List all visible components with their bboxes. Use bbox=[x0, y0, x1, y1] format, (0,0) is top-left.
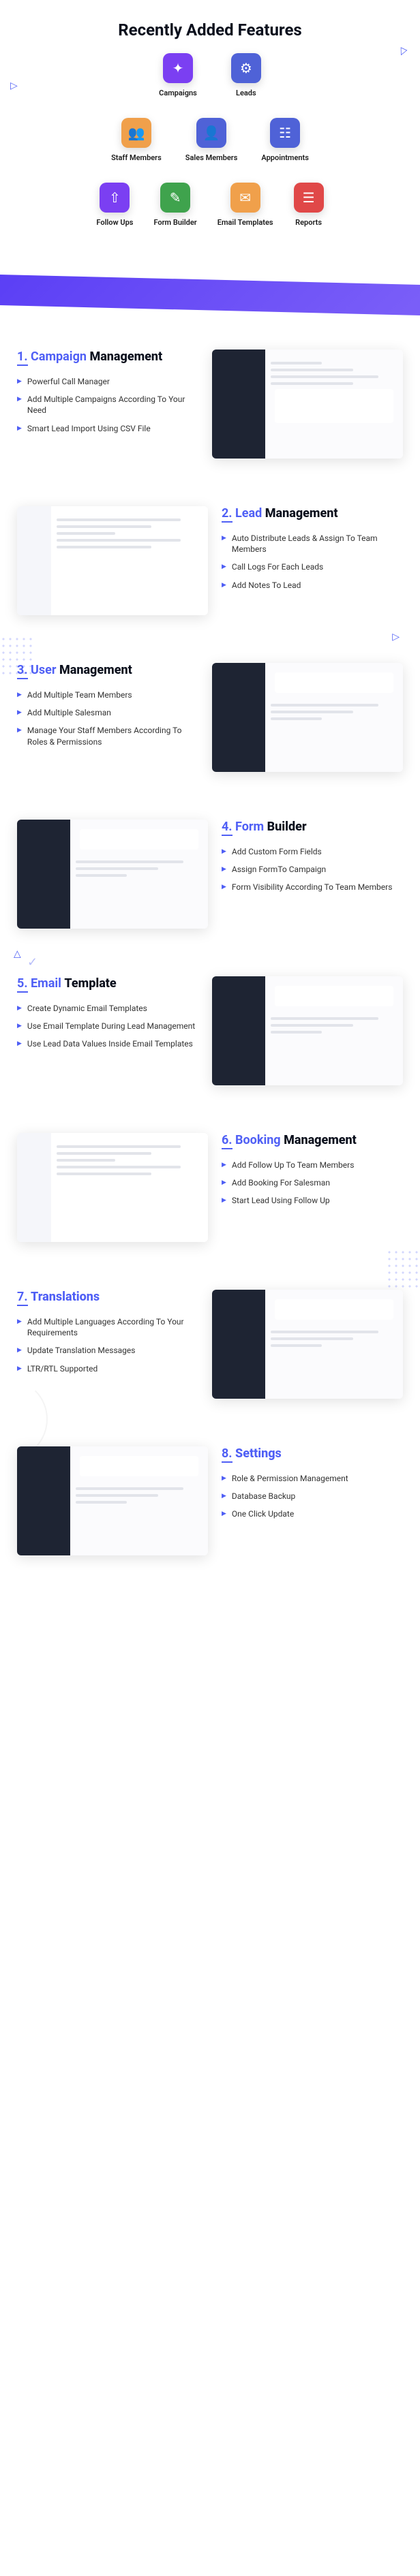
section-8: 8. Settings Role & Permission Management D… bbox=[0, 1433, 420, 1589]
appointments-icon: ☷ bbox=[270, 118, 300, 148]
features-row-1: ✦ Campaigns ⚙ Leads bbox=[27, 53, 393, 97]
feature-reports: ☰ Reports bbox=[294, 183, 324, 227]
features-row-2: 👥 Staff Members 👤 Sales Members ☷ Appoin… bbox=[27, 118, 393, 162]
section-2: ▷2. Lead ManagementAuto Distribute Leads… bbox=[0, 493, 420, 649]
bullet-item: Smart Lead Import Using CSV File bbox=[17, 423, 198, 434]
feature-label: Follow Ups bbox=[96, 218, 133, 227]
bullet-item: Auto Distribute Leads & Assign To Team M… bbox=[222, 533, 403, 555]
section-title: 2. Lead Management bbox=[222, 506, 403, 521]
section-text: 3. User Management Add Multiple Team Memb… bbox=[17, 663, 198, 754]
feature-form-builder: ✎ Form Builder bbox=[153, 183, 196, 227]
leads-icon: ⚙ bbox=[231, 53, 261, 83]
section-text: 7. Translations Add Multiple Languages Ac… bbox=[17, 1290, 198, 1381]
bullet-item: Manage Your Staff Members According To R… bbox=[17, 725, 198, 747]
feature-label: Appointments bbox=[261, 153, 308, 162]
bullet-list: Add Multiple Languages According To Your… bbox=[17, 1316, 198, 1374]
section-4: ✓4. Form BuilderAdd Custom Form FieldsAs… bbox=[0, 806, 420, 963]
followups-icon: ⇧ bbox=[100, 183, 130, 213]
bullet-item: Role & Permission Management bbox=[222, 1473, 403, 1484]
section-title: 7. Translations bbox=[17, 1290, 198, 1304]
bullet-item: Assign FormTo Campaign bbox=[222, 864, 403, 875]
features-row-3: ⇧ Follow Ups ✎ Form Builder ✉ Email Temp… bbox=[27, 183, 393, 227]
bullet-item: Database Backup bbox=[222, 1491, 403, 1502]
section-6: 6. Booking Management Add Follow Up To Te… bbox=[0, 1119, 420, 1276]
section-text: 6. Booking Management Add Follow Up To Te… bbox=[222, 1133, 403, 1213]
bullet-item: Add Multiple Salesman bbox=[17, 707, 198, 718]
bullet-item: Add Multiple Campaigns According To Your… bbox=[17, 394, 198, 416]
reports-icon: ☰ bbox=[294, 183, 324, 213]
section-screenshot bbox=[212, 976, 403, 1085]
section-text: 5. Email Template Create Dynamic Email Te… bbox=[17, 976, 198, 1057]
bullet-list: Create Dynamic Email Templates Use Email … bbox=[17, 1003, 198, 1050]
feature-label: Staff Members bbox=[111, 153, 162, 162]
bullet-item: Add Booking For Salesman bbox=[222, 1177, 403, 1188]
decoration-triangle-icon: ▷ bbox=[10, 80, 18, 91]
feature-staff-members: 👥 Staff Members bbox=[111, 118, 162, 162]
bullet-item: Form Visibility According To Team Member… bbox=[222, 882, 403, 893]
section-title: 6. Booking Management bbox=[222, 1133, 403, 1147]
page-title: Recently Added Features bbox=[0, 0, 420, 53]
feature-appointments: ☷ Appointments bbox=[261, 118, 308, 162]
section-1: 1. Campaign Management Powerful Call Mana… bbox=[0, 336, 420, 493]
campaigns-icon: ✦ bbox=[163, 53, 193, 83]
bullet-list: Auto Distribute Leads & Assign To Team M… bbox=[222, 533, 403, 591]
section-screenshot bbox=[17, 506, 208, 615]
feature-label: Campaigns bbox=[159, 89, 197, 97]
bullet-item: Add Multiple Languages According To Your… bbox=[17, 1316, 198, 1338]
bullet-item: Powerful Call Manager bbox=[17, 376, 198, 387]
bullet-item: Add Custom Form Fields bbox=[222, 846, 403, 857]
section-text: 2. Lead Management Auto Distribute Leads … bbox=[222, 506, 403, 598]
bullet-list: Powerful Call Manager Add Multiple Campai… bbox=[17, 376, 198, 434]
bullet-list: Add Follow Up To Team Members Add Booking… bbox=[222, 1160, 403, 1207]
staff-icon: 👥 bbox=[121, 118, 151, 148]
feature-label: Sales Members bbox=[185, 153, 238, 162]
diagonal-banner bbox=[0, 275, 420, 315]
sales-icon: 👤 bbox=[196, 118, 226, 148]
section-screenshot bbox=[212, 350, 403, 459]
section-screenshot bbox=[17, 1133, 208, 1242]
formbuilder-icon: ✎ bbox=[160, 183, 190, 213]
section-3: 3. User Management Add Multiple Team Memb… bbox=[0, 649, 420, 806]
email-icon: ✉ bbox=[230, 183, 260, 213]
section-text: 8. Settings Role & Permission Management D… bbox=[222, 1446, 403, 1527]
section-5: ▽5. Email TemplateCreate Dynamic Email T… bbox=[0, 963, 420, 1119]
feature-label: Email Templates bbox=[217, 218, 273, 227]
feature-sales-members: 👤 Sales Members bbox=[185, 118, 238, 162]
feature-label: Form Builder bbox=[153, 218, 196, 227]
section-title: 4. Form Builder bbox=[222, 820, 403, 834]
section-screenshot bbox=[17, 820, 208, 929]
bullet-list: Add Multiple Team Members Add Multiple Sa… bbox=[17, 689, 198, 747]
bullet-item: LTR/RTL Supported bbox=[17, 1363, 198, 1374]
bullet-item: One Click Update bbox=[222, 1508, 403, 1519]
section-7: 7. Translations Add Multiple Languages Ac… bbox=[0, 1276, 420, 1433]
section-text: 4. Form Builder Add Custom Form Fields Ass… bbox=[222, 820, 403, 900]
section-screenshot bbox=[212, 1290, 403, 1399]
bullet-list: Role & Permission Management Database Bac… bbox=[222, 1473, 403, 1520]
bullet-item: Add Multiple Team Members bbox=[17, 689, 198, 700]
bullet-item: Use Lead Data Values Inside Email Templa… bbox=[17, 1038, 198, 1049]
bullet-item: Add Notes To Lead bbox=[222, 580, 403, 591]
bullet-item: Add Follow Up To Team Members bbox=[222, 1160, 403, 1170]
section-screenshot bbox=[212, 663, 403, 772]
section-title: 1. Campaign Management bbox=[17, 350, 198, 364]
section-title: 3. User Management bbox=[17, 663, 198, 677]
bullet-item: Update Translation Messages bbox=[17, 1345, 198, 1356]
section-text: 1. Campaign Management Powerful Call Mana… bbox=[17, 350, 198, 441]
section-screenshot bbox=[17, 1446, 208, 1555]
section-title: 5. Email Template bbox=[17, 976, 198, 991]
bullet-item: Create Dynamic Email Templates bbox=[17, 1003, 198, 1014]
bullet-item: Call Logs For Each Leads bbox=[222, 561, 403, 572]
feature-follow-ups: ⇧ Follow Ups bbox=[96, 183, 133, 227]
feature-label: Reports bbox=[295, 218, 322, 227]
feature-campaigns: ✦ Campaigns bbox=[159, 53, 197, 97]
bullet-item: Start Lead Using Follow Up bbox=[222, 1195, 403, 1206]
section-title: 8. Settings bbox=[222, 1446, 403, 1461]
feature-leads: ⚙ Leads bbox=[231, 53, 261, 97]
feature-email-templates: ✉ Email Templates bbox=[217, 183, 273, 227]
bullet-list: Add Custom Form Fields Assign FormTo Camp… bbox=[222, 846, 403, 893]
bullet-item: Use Email Template During Lead Managemen… bbox=[17, 1021, 198, 1031]
features-grid: ▷ ▽ ✦ Campaigns ⚙ Leads 👥 Staff Members … bbox=[0, 53, 420, 275]
feature-label: Leads bbox=[236, 89, 256, 97]
